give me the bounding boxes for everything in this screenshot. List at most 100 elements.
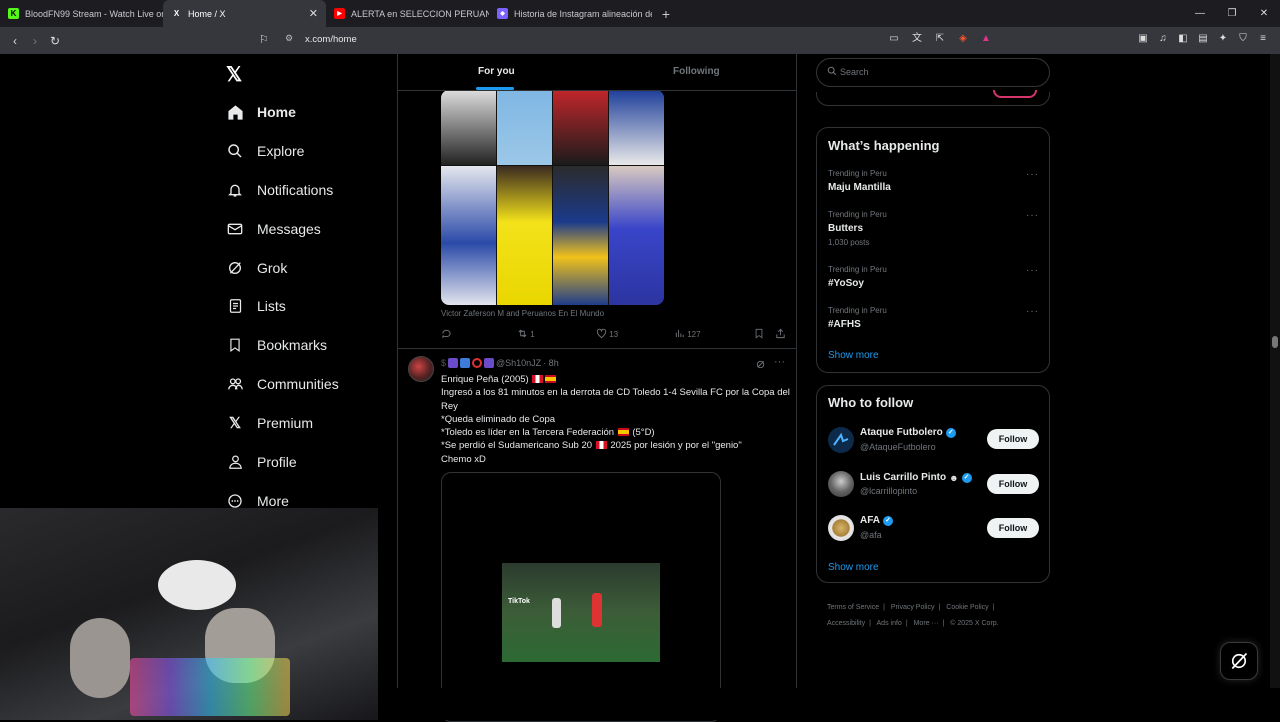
reply-icon[interactable] [441, 328, 452, 341]
follow-button[interactable]: Follow [987, 474, 1039, 494]
follow-button[interactable]: Follow [987, 518, 1039, 538]
cast-icon[interactable]: ▭ [887, 32, 901, 46]
follow-name[interactable]: AFA ✓ [860, 515, 893, 526]
sidebar-item-bookmarks[interactable]: Bookmarks [226, 333, 327, 357]
premium-banner-edge [993, 90, 1037, 98]
post-author-line[interactable]: $ @Sh10nJZ · 8h [441, 358, 559, 368]
sidebar-item-messages[interactable]: Messages [226, 217, 321, 241]
restore-icon[interactable]: ❐ [1216, 0, 1248, 27]
close-window-icon[interactable]: ✕ [1248, 0, 1280, 27]
address-bar[interactable]: x.com/home [305, 34, 357, 45]
share-icon[interactable]: ⇱ [933, 32, 947, 46]
scrollbar-thumb[interactable] [1272, 336, 1278, 348]
trend-more-icon[interactable]: ··· [1026, 210, 1039, 221]
sidebar-item-communities[interactable]: Communities [226, 372, 339, 396]
window-controls: — ❐ ✕ [1184, 0, 1280, 27]
ads-info-link[interactable]: Ads info [877, 620, 902, 627]
avatar[interactable] [408, 356, 434, 382]
search-input[interactable]: Search [840, 67, 869, 77]
leo-ai-icon[interactable]: ✦ [1216, 32, 1230, 46]
tab-title: Home / X [188, 8, 226, 19]
trend-context: Trending in Peru [828, 210, 887, 219]
browser-tab-instagram[interactable]: ◆ Historia de Instagram alineación de [489, 0, 652, 27]
menu-icon[interactable]: ≡ [1256, 32, 1270, 46]
post-handle[interactable]: @Sh10nJZ [496, 358, 541, 368]
minimize-icon[interactable]: — [1184, 0, 1216, 27]
brave-shields-icon[interactable]: ◈ [956, 32, 970, 46]
media-icon[interactable]: ♫ [1156, 32, 1170, 46]
player-photo [553, 90, 608, 165]
x-logo-icon[interactable]: 𝕏 [226, 62, 242, 87]
browser-tab-youtube[interactable]: ▶ ALERTA en SELECCION PERUANA: LE [326, 0, 489, 27]
trend-name[interactable]: #AFHS [828, 319, 861, 330]
forward-icon[interactable]: › [25, 34, 45, 48]
search-icon [226, 142, 244, 160]
follow-handle[interactable]: @afa [860, 530, 882, 540]
bookmark-post-icon[interactable] [754, 328, 764, 341]
sidebar-item-grok[interactable]: Grok [226, 256, 287, 280]
terms-link[interactable]: Terms of Service [827, 604, 879, 611]
trend-name[interactable]: Butters [828, 223, 863, 234]
browser-tab-x-home[interactable]: X Home / X ✕ [163, 0, 326, 27]
sidebar-item-explore[interactable]: Explore [226, 139, 304, 163]
tab-title: Historia de Instagram alineación de [514, 8, 652, 19]
post-time[interactable]: · 8h [543, 358, 559, 368]
views-button[interactable]: 127 [674, 328, 701, 339]
follow-button[interactable]: Follow [987, 429, 1039, 449]
timeline-tabs: For you Following [398, 54, 796, 91]
follow-name[interactable]: Luis Carrillo Pinto ☻ ✓ [860, 472, 972, 483]
search-box[interactable]: Search [816, 58, 1050, 87]
screenshot-icon[interactable]: ▣ [1136, 32, 1150, 46]
sidebar-icon[interactable]: ◧ [1176, 32, 1190, 46]
trend-more-icon[interactable]: ··· [1026, 169, 1039, 180]
site-info-icon[interactable]: ⚙ [285, 33, 293, 44]
rewards-icon[interactable]: ▲ [979, 32, 993, 46]
search-icon [827, 66, 837, 79]
accessibility-link[interactable]: Accessibility [827, 620, 865, 627]
share-post-icon[interactable] [775, 328, 786, 341]
page-scrollbar[interactable] [1270, 54, 1280, 688]
follow-handle[interactable]: @AtaqueFutbolero [860, 442, 936, 452]
follow-handle[interactable]: @lcarrillopinto [860, 486, 917, 496]
more-link[interactable]: More ··· [914, 620, 939, 627]
tab-following[interactable]: Following [673, 66, 720, 77]
trend-more-icon[interactable]: ··· [1026, 265, 1039, 276]
footer-separator: | [869, 620, 871, 627]
sidebar-item-profile[interactable]: Profile [226, 450, 297, 474]
privacy-link[interactable]: Privacy Policy [891, 604, 935, 611]
like-count: 13 [609, 330, 619, 339]
sidebar-item-premium[interactable]: 𝕏 Premium [226, 411, 313, 435]
avatar[interactable] [828, 471, 854, 497]
tab-for-you[interactable]: For you [478, 66, 515, 77]
like-button[interactable]: 13 [596, 328, 618, 339]
sidebar-item-notifications[interactable]: Notifications [226, 178, 333, 202]
sidebar-item-home[interactable]: Home [226, 100, 296, 124]
trend-name[interactable]: #YoSoy [828, 278, 864, 289]
wallet-icon[interactable]: ▤ [1196, 32, 1210, 46]
bookmark-page-icon[interactable]: ⚐ [259, 33, 269, 46]
retweet-button[interactable]: 1 [517, 328, 535, 339]
vpn-icon[interactable]: ⛉ [1236, 32, 1250, 46]
post-video[interactable]: TikTok [441, 472, 721, 722]
close-tab-icon[interactable]: ✕ [309, 7, 318, 20]
timeline-column: For you Following Victor Zaferson M and … [397, 54, 797, 722]
trend-name[interactable]: Maju Mantilla [828, 182, 891, 193]
sidebar-item-lists[interactable]: Lists [226, 294, 286, 318]
show-more-link[interactable]: Show more [828, 562, 879, 573]
video-frame[interactable]: TikTok [502, 563, 660, 662]
translate-icon[interactable]: 文 [910, 32, 924, 46]
grok-floating-button[interactable] [1220, 642, 1258, 680]
cookie-link[interactable]: Cookie Policy [946, 604, 988, 611]
trend-more-icon[interactable]: ··· [1026, 306, 1039, 317]
post-image-collage[interactable] [441, 90, 664, 305]
back-icon[interactable]: ‹ [5, 34, 25, 48]
player-photo [497, 166, 552, 305]
new-tab-button[interactable]: + [656, 6, 676, 22]
post-more-icon[interactable]: ··· [774, 356, 785, 368]
browser-tab-kick[interactable]: K BloodFN99 Stream - Watch Live on K [0, 0, 163, 27]
show-more-link[interactable]: Show more [828, 350, 879, 361]
reload-icon[interactable]: ↻ [45, 34, 65, 48]
avatar[interactable] [828, 427, 854, 453]
follow-name[interactable]: Ataque Futbolero ✓ [860, 427, 956, 438]
avatar[interactable] [828, 515, 854, 541]
